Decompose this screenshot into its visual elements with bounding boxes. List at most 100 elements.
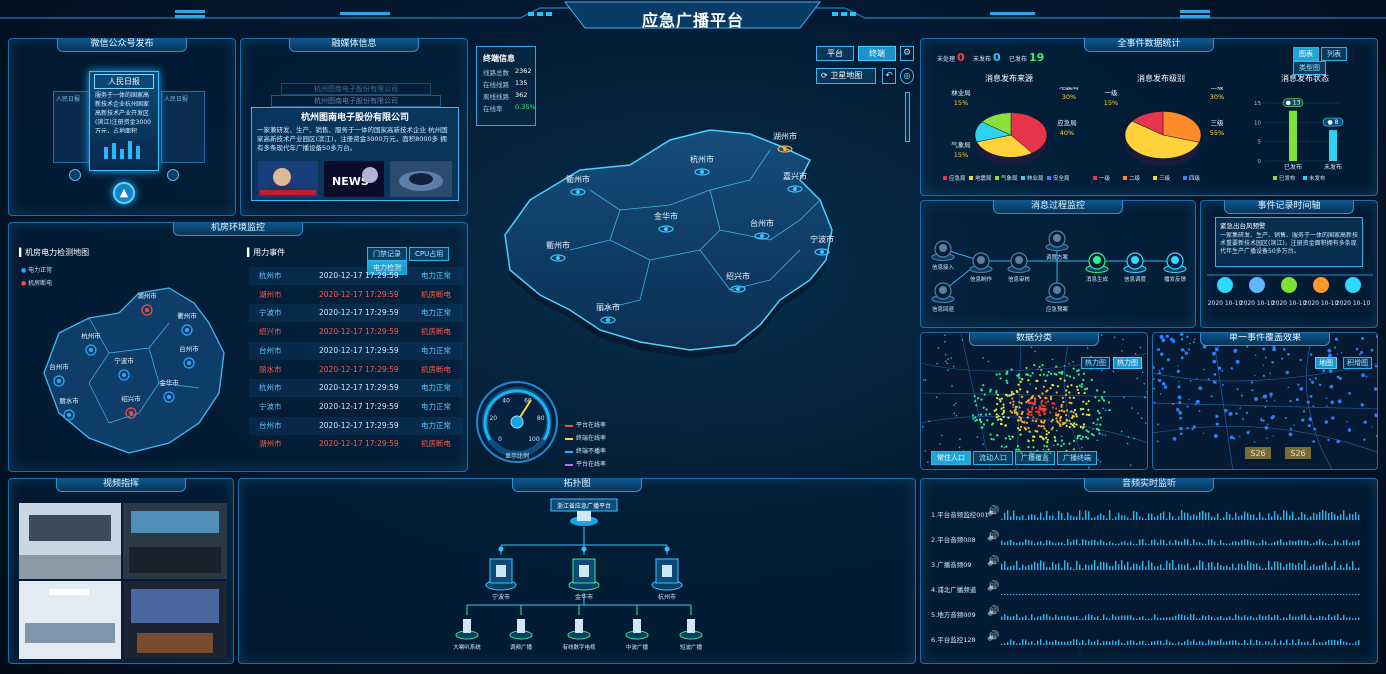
- speaker-icon[interactable]: 🔊: [987, 556, 999, 567]
- record-dot-0[interactable]: 2020 10-10: [1208, 277, 1243, 307]
- process-node-5[interactable]: 播发反馈: [1163, 252, 1187, 283]
- record-dot-4[interactable]: 2020 10-10: [1336, 277, 1371, 307]
- speaker-icon[interactable]: 🔊: [987, 581, 999, 592]
- state-bar-chart[interactable]: 151050● 13已发布已发布● 8未发布未发布: [1254, 98, 1344, 182]
- pie-pct: 15%: [954, 151, 968, 159]
- map-city-label: 宁波市: [810, 234, 834, 244]
- wechat-share-icon[interactable]: ▲: [113, 182, 135, 204]
- process-node-8[interactable]: 调度方案: [1045, 230, 1069, 261]
- topo-leaf-node-1[interactable]: 调频广播: [509, 619, 533, 651]
- dataclass-btn-1[interactable]: 热力图: [1081, 357, 1110, 369]
- stat-status-value: 0: [993, 51, 1001, 64]
- media-panel-title: 融媒体信息: [289, 38, 419, 52]
- gauge-legend-label: 平台在线率: [576, 461, 607, 468]
- process-node-6[interactable]: 信息回退: [931, 282, 955, 313]
- speaker-icon[interactable]: 🔊: [987, 531, 999, 542]
- source-pie-chart[interactable]: 林业局15%地震局30%气象局15%应急局40%应急局 地震局 气象局 林业局 安全局: [943, 87, 1079, 182]
- topo-leaf-node-4[interactable]: 短波广播: [679, 619, 703, 651]
- event-time: 2020-12-17 17:29:59: [319, 364, 399, 374]
- state-bar[interactable]: [1289, 110, 1297, 161]
- heatmap-map[interactable]: [921, 333, 1148, 470]
- event-city: 湖州市: [259, 289, 282, 299]
- topo-root-node[interactable]: [570, 511, 598, 526]
- wechat-card[interactable]: 人民日报 服务于一体的国家高新技术企业杭州国家高新技术产业开发区(滨江)注册资金…: [89, 71, 159, 171]
- level-chart-title: 消息发布级别: [1137, 74, 1185, 83]
- mmap-city-label: 杭州市: [81, 331, 101, 340]
- record-date: 2020 10-10: [1304, 300, 1339, 307]
- mmap-city-label: 台州市: [49, 362, 69, 371]
- coverage-btn-1[interactable]: 地图: [1315, 357, 1337, 369]
- machine-power-map[interactable]: 湖州市衢州市杭州市宁波市台州市金华市绍兴市丽水市台州市: [29, 263, 239, 463]
- video-grid[interactable]: [19, 503, 227, 659]
- source-chart-title: 消息发布来源: [985, 74, 1033, 83]
- video-tile-4[interactable]: [123, 581, 227, 659]
- pie-legend-swatch: [943, 176, 947, 180]
- nav-target-icon[interactable]: ◎: [900, 68, 914, 84]
- dataclass-tag-3[interactable]: 广播终端: [1057, 451, 1097, 465]
- process-node-label: 信息审核: [1008, 275, 1031, 283]
- topo-leaf-node-2[interactable]: 有线数字电视: [562, 619, 596, 651]
- record-date: 2020 10-10: [1272, 300, 1307, 307]
- gauge-legend-item: 终端不播率: [565, 446, 625, 459]
- record-dot-3[interactable]: 2020 10-10: [1304, 277, 1339, 307]
- audio-channel-label: 3.广播音频09: [931, 561, 972, 569]
- dataclass-tag-2[interactable]: 广播覆盖: [1015, 451, 1055, 465]
- process-node-1[interactable]: 信息制作: [969, 252, 993, 283]
- process-node-2[interactable]: 信息审核: [1007, 252, 1031, 283]
- dataclass-tags: 常住人口 流动人口 广播覆盖 广播终端: [929, 451, 1097, 465]
- pie-pct: 30%: [1062, 93, 1076, 101]
- dataclass-tag-0[interactable]: 常住人口: [931, 451, 971, 465]
- process-node-0[interactable]: 信息接入: [931, 240, 955, 271]
- nav-back-icon[interactable]: ↶: [882, 68, 896, 84]
- nav-satellite-button[interactable]: ⟳ 卫星地图: [816, 68, 876, 84]
- event-filter-0[interactable]: 门禁记录: [367, 247, 407, 261]
- coverage-btn-2[interactable]: 积增图: [1343, 357, 1372, 369]
- video-tile-3[interactable]: [19, 581, 121, 659]
- bar-ytick: 10: [1254, 120, 1261, 126]
- record-dot-1[interactable]: 2020 10-10: [1240, 277, 1275, 307]
- state-bar[interactable]: [1329, 130, 1337, 161]
- header-bar: 应急广播平台: [0, 0, 1386, 34]
- record-head: 紧急出台风预警: [1220, 222, 1266, 230]
- process-node-4[interactable]: 信息调度: [1123, 252, 1147, 283]
- gauge-tick-label: 80: [537, 415, 545, 422]
- legend-fault-dot: ●: [21, 280, 27, 287]
- wechat-prev-icon[interactable]: [69, 169, 81, 181]
- video-tile-1[interactable]: [19, 503, 121, 579]
- map-city-label: 绍兴市: [726, 271, 750, 281]
- level-pie-chart[interactable]: 一级15%二级30%三级55%一级 二级 三级 四级: [1093, 87, 1224, 182]
- speaker-icon[interactable]: 🔊: [987, 631, 999, 642]
- record-dot-2[interactable]: 2020 10-10: [1272, 277, 1307, 307]
- event-time: 2020-12-17 17:29:59: [319, 327, 399, 337]
- pie-legend-swatch: [969, 176, 973, 180]
- speaker-icon[interactable]: 🔊: [987, 606, 999, 617]
- nav-terminal-button[interactable]: 终端: [858, 46, 896, 61]
- media-ghost-1: 杭州图南电子股份有限公司: [281, 83, 431, 95]
- coverage-map[interactable]: S26 S26: [1153, 333, 1378, 470]
- stats-btn-0[interactable]: 图表: [1293, 47, 1319, 61]
- video-tile-2[interactable]: [123, 503, 227, 579]
- dataclass-tag-1[interactable]: 流动人口: [973, 451, 1013, 465]
- event-time: 2020-12-17 17:29:59: [319, 345, 399, 355]
- gauge-tick-label: 100: [528, 436, 540, 443]
- topo-leaf-node-3[interactable]: 中波广播: [625, 619, 649, 651]
- nav-settings-icon[interactable]: ⚙: [900, 46, 914, 61]
- stats-btn-1[interactable]: 列表: [1321, 47, 1347, 61]
- record-card[interactable]: 紧急出台风预警 一家集研发、生产、销售、服务于一体的国家高新技术重要新技术园区(…: [1215, 217, 1363, 267]
- media-card[interactable]: 杭州图南电子股份有限公司 一家兼研发、生产、销售、服务于一体的国家高新技术企业 …: [251, 107, 459, 201]
- speaker-icon[interactable]: 🔊: [987, 506, 999, 517]
- topo-leaf-node-0[interactable]: 大喇叭系统: [453, 619, 481, 651]
- process-node-7[interactable]: 应急预案: [1045, 282, 1069, 313]
- wechat-next-icon[interactable]: [167, 169, 179, 181]
- state-chart-title: 消息发布状态: [1281, 74, 1329, 83]
- process-node-3[interactable]: 消息生成: [1085, 252, 1109, 283]
- audio-channel: 1.平台音频监控001 🔊: [931, 505, 1371, 525]
- dataclass-btn-2[interactable]: 热力图: [1113, 357, 1142, 369]
- pie-legend-swatch: [1153, 176, 1157, 180]
- event-time: 2020-12-17 17:29:59: [319, 401, 399, 411]
- event-time: 2020-12-17 17:29:59: [319, 289, 399, 299]
- process-node-label: 消息生成: [1086, 275, 1109, 283]
- nav-platform-button[interactable]: 平台: [816, 46, 854, 61]
- zhejiang-main-map[interactable]: 湖州市嘉兴市杭州市衢州市金华市台州市宁波市绍兴市丽水市衢州市: [470, 110, 910, 370]
- event-filter-1[interactable]: CPU占用: [409, 247, 450, 261]
